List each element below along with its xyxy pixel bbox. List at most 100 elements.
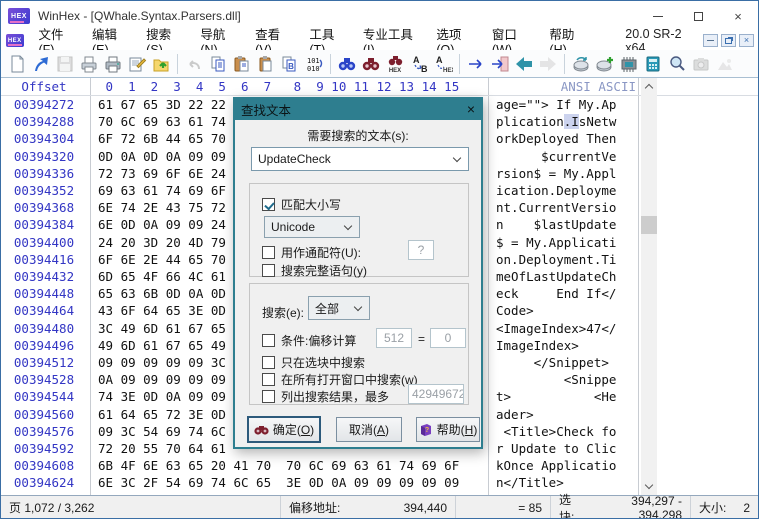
ascii-text[interactable]: rsion$ = My.Appl: [496, 165, 616, 182]
mdi-minimize-button[interactable]: [703, 34, 718, 47]
condition-remainder-field[interactable]: 0: [430, 328, 466, 348]
find-text-icon[interactable]: [335, 52, 359, 76]
zoom-icon[interactable]: [665, 52, 689, 76]
in-block-row[interactable]: 只在选块中搜索: [262, 354, 365, 371]
ascii-text[interactable]: meOfLastUpdateCh: [496, 268, 616, 285]
go-to-page-icon[interactable]: [488, 52, 512, 76]
hex-bytes[interactable]: 65 63 6B 0D 0A 0D: [98, 285, 226, 302]
hex-bytes[interactable]: 0D 0A 0D 0A 09 09: [98, 148, 226, 165]
ascii-text[interactable]: ader>: [496, 406, 616, 423]
ascii-text[interactable]: n $lastUpdate: [496, 216, 616, 233]
hex-bytes[interactable]: 0A 09 09 09 09 09: [98, 371, 226, 388]
hex-bytes[interactable]: 24 20 3D 20 4D 79: [98, 234, 226, 251]
hex-bytes[interactable]: 49 6D 61 67 65 49: [98, 337, 226, 354]
all-windows-checkbox[interactable]: [262, 373, 275, 386]
ascii-text[interactable]: <ImageIndex>47</: [496, 320, 616, 337]
ascii-text[interactable]: t> <He: [496, 388, 616, 405]
print-preview-icon[interactable]: [77, 52, 101, 76]
dialog-title-bar[interactable]: 查找文本 ×: [234, 98, 482, 120]
ascii-text[interactable]: orkDeployed Then: [496, 130, 616, 147]
whole-words-checkbox[interactable]: [262, 264, 275, 277]
refresh-drive-icon[interactable]: [569, 52, 593, 76]
find-hex-icon[interactable]: HEX: [383, 52, 407, 76]
encoding-dropdown[interactable]: Unicode: [264, 216, 360, 238]
ascii-text[interactable]: ImageIndex>: [496, 337, 616, 354]
ascii-text[interactable]: <Title>Check fo: [496, 423, 616, 440]
binary-convert-icon[interactable]: 101010: [302, 52, 326, 76]
hex-bytes[interactable]: 6E 3C 2F 54 69 74 6C 65 3E 0D 0A 09 09 0…: [98, 474, 459, 491]
search-text-combobox[interactable]: UpdateCheck: [251, 147, 469, 171]
list-results-row[interactable]: 列出搜索结果，最多: [262, 388, 389, 405]
back-icon[interactable]: [512, 52, 536, 76]
open-folder-icon[interactable]: [149, 52, 173, 76]
hex-bytes[interactable]: 6F 72 6B 44 65 70: [98, 130, 226, 147]
ascii-text[interactable]: on.Deployment.Ti: [496, 251, 616, 268]
paste-into-icon[interactable]: [254, 52, 278, 76]
vertical-scrollbar[interactable]: [641, 78, 657, 495]
wildcard-char-field[interactable]: ?: [408, 240, 434, 260]
wildcard-row[interactable]: 用作通配符(U):: [262, 244, 361, 261]
edit-properties-icon[interactable]: [125, 52, 149, 76]
paste-icon[interactable]: [230, 52, 254, 76]
all-windows-row[interactable]: 在所有打开窗口中搜索(w): [262, 371, 418, 388]
add-drive-icon[interactable]: [593, 52, 617, 76]
ascii-text[interactable]: plication.IsNetw: [496, 113, 616, 130]
hex-bytes[interactable]: 6D 65 4F 66 4C 61: [98, 268, 226, 285]
whole-words-row[interactable]: 搜索完整语句(y): [262, 262, 367, 279]
match-case-checkbox[interactable]: [262, 198, 275, 211]
scrollbar-thumb[interactable]: [641, 216, 657, 234]
hex-bytes[interactable]: 61 67 65 3D 22 22: [98, 96, 226, 113]
in-block-checkbox[interactable]: [262, 356, 275, 369]
hex-bytes[interactable]: 69 63 61 74 69 6F: [98, 182, 226, 199]
hex-bytes[interactable]: 3C 49 6D 61 67 65: [98, 320, 226, 337]
scroll-up-button[interactable]: [641, 78, 657, 95]
ascii-text[interactable]: ication.Deployme: [496, 182, 616, 199]
hex-bytes[interactable]: 70 6C 69 63 61 74: [98, 113, 226, 130]
close-button[interactable]: ×: [718, 1, 758, 31]
ascii-text[interactable]: n</Title>: [496, 474, 616, 491]
ascii-text[interactable]: </Snippet>: [496, 354, 616, 371]
ok-button[interactable]: 确定(O): [248, 417, 320, 442]
document-icon[interactable]: HEX: [6, 34, 24, 47]
hex-bytes[interactable]: 72 73 69 6F 6E 24: [98, 165, 226, 182]
ascii-text[interactable]: age=""> If My.Ap: [496, 96, 616, 113]
dialog-close-icon[interactable]: ×: [467, 102, 475, 116]
condition-checkbox[interactable]: [262, 334, 275, 347]
condition-modulus-field[interactable]: 512: [376, 328, 412, 348]
ascii-text[interactable]: kOnce Applicatio: [496, 457, 616, 474]
wildcard-checkbox[interactable]: [262, 246, 275, 259]
help-button[interactable]: ? 帮助(H): [416, 417, 480, 442]
new-document-icon[interactable]: [5, 52, 29, 76]
ascii-text[interactable]: <Snippe: [496, 371, 616, 388]
mdi-close-button[interactable]: ×: [739, 34, 754, 47]
ascii-text[interactable]: r Update to Clic: [496, 440, 616, 457]
hex-bytes[interactable]: 72 20 55 70 64 61: [98, 440, 226, 457]
replace-hex-icon[interactable]: AHEX: [431, 52, 455, 76]
mdi-restore-button[interactable]: [721, 34, 736, 47]
scroll-down-button[interactable]: [641, 478, 657, 495]
copy-as-hex-icon[interactable]: B: [278, 52, 302, 76]
print-icon[interactable]: [101, 52, 125, 76]
hex-bytes[interactable]: 6E 0D 0A 09 09 24: [98, 216, 226, 233]
ascii-text[interactable]: $currentVe: [496, 148, 616, 165]
hex-bytes[interactable]: 43 6F 64 65 3E 0D: [98, 302, 226, 319]
ascii-text[interactable]: nt.CurrentVersio: [496, 199, 616, 216]
ascii-text[interactable]: Code>: [496, 302, 616, 319]
replace-text-icon[interactable]: AB: [407, 52, 431, 76]
selected-block[interactable]: .I: [564, 114, 579, 129]
copy-icon[interactable]: [206, 52, 230, 76]
go-to-offset-icon[interactable]: [464, 52, 488, 76]
condition-row[interactable]: 条件:偏移计算: [262, 332, 356, 349]
hex-bytes[interactable]: 6B 4F 6E 63 65 20 41 70 70 6C 69 63 61 7…: [98, 457, 459, 474]
open-file-icon[interactable]: [29, 52, 53, 76]
find-again-icon[interactable]: [359, 52, 383, 76]
ascii-text[interactable]: $ = My.Applicati: [496, 234, 616, 251]
match-case-row[interactable]: 匹配大小写: [262, 196, 341, 213]
hex-bytes[interactable]: 09 3C 54 69 74 6C: [98, 423, 226, 440]
hex-bytes[interactable]: 6E 74 2E 43 75 72: [98, 199, 226, 216]
search-scope-dropdown[interactable]: 全部: [308, 296, 370, 320]
ascii-text[interactable]: eck End If</: [496, 285, 616, 302]
max-results-field[interactable]: 42949672: [408, 384, 464, 404]
hex-bytes[interactable]: 6F 6E 2E 44 65 70: [98, 251, 226, 268]
hex-bytes[interactable]: 61 64 65 72 3E 0D: [98, 406, 226, 423]
